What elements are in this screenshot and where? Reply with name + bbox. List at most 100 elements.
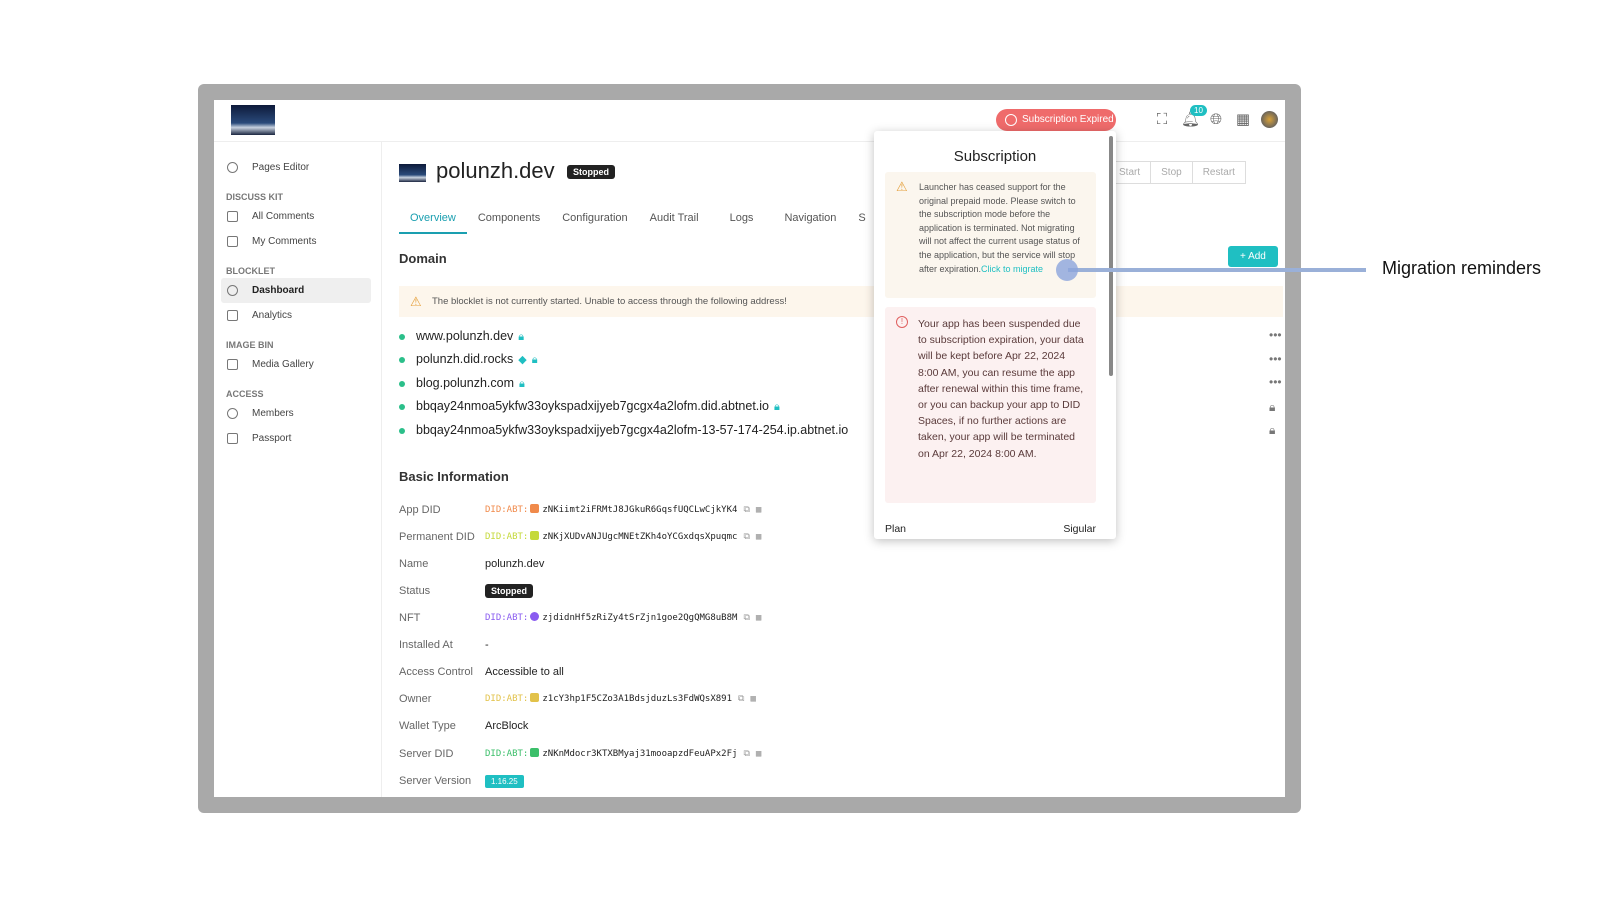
domain-link[interactable]: bbqay24nmoa5ykfw33oykspadxijyeb7gcgx4a2l… (416, 399, 769, 413)
copy-icon[interactable]: ⧉ (743, 749, 749, 759)
callout-dot (1056, 259, 1078, 281)
tab-audit-trail[interactable]: Audit Trail (639, 208, 710, 234)
tab-components[interactable]: Components (467, 208, 551, 234)
domain-item[interactable]: polunzh.did.rocks ◆ 🔒︎ (399, 352, 538, 367)
info-label: Status (399, 585, 431, 597)
add-domain-button[interactable]: + Add (1228, 246, 1278, 267)
lock-icon: 🔒︎ (518, 378, 525, 390)
copy-icon[interactable]: ⧉ (743, 505, 749, 515)
sidebar-item-analytics[interactable]: Analytics (221, 303, 371, 328)
clock-icon (1005, 114, 1017, 126)
sidebar-item-label: Members (252, 408, 294, 419)
qrcode-icon[interactable]: ▦ (756, 749, 761, 759)
did-text: zjdidnHf5zRiZy4tSrZjn1goe2QgQMG8uB8M (542, 613, 738, 623)
tab-more[interactable]: S (847, 208, 876, 234)
domain-link[interactable]: www.polunzh.dev (416, 329, 513, 343)
sidebar-item-pages-editor[interactable]: Pages Editor (221, 155, 371, 180)
domain-link[interactable]: bbqay24nmoa5ykfw33oykspadxijyeb7gcgx4a2l… (416, 423, 848, 437)
info-label: Server Version (399, 775, 472, 787)
tab-logs[interactable]: Logs (710, 208, 774, 234)
app-logo[interactable] (231, 105, 275, 135)
plan-label: Plan (885, 523, 907, 535)
info-label: App DID (399, 504, 441, 516)
more-icon[interactable]: ••• (1269, 352, 1282, 366)
status-badge: Stopped (567, 165, 615, 179)
info-value: - (485, 639, 489, 651)
tab-navigation[interactable]: Navigation (773, 208, 847, 234)
domain-item[interactable]: bbqay24nmoa5ykfw33oykspadxijyeb7gcgx4a2l… (399, 399, 780, 414)
lock-icon: 🔒︎ (518, 331, 525, 343)
more-icon[interactable]: ••• (1269, 328, 1282, 342)
did-value: DID:ABT: zNKjXUDvANJUgcMNEtZKh4oYCGxdqsXp… (485, 531, 761, 542)
domain-link[interactable]: polunzh.did.rocks (416, 352, 513, 366)
sidebar-item-label: Pages Editor (252, 162, 310, 173)
fullscreen-icon[interactable]: ⛶ (1154, 112, 1170, 128)
did-prefix: DID:ABT: (485, 505, 529, 515)
did-prefix: DID:ABT: (485, 694, 529, 704)
lock-icon: 🔒︎ (1269, 400, 1276, 414)
copy-icon[interactable]: ⧉ (738, 694, 744, 704)
domain-link[interactable]: blog.polunzh.com (416, 376, 514, 390)
sidebar: Pages Editor DISCUSS KIT All Comments My… (214, 142, 382, 797)
info-label: NFT (399, 612, 421, 624)
popover-title: Subscription (953, 148, 1037, 165)
info-label: Server DID (399, 748, 454, 760)
domain-item[interactable]: blog.polunzh.com 🔒︎ (399, 376, 525, 391)
suspension-notice-text: Your app has been suspended due to subsc… (918, 318, 1084, 460)
apps-grid-icon[interactable]: ▦ (1235, 112, 1251, 128)
domain-item[interactable]: bbqay24nmoa5ykfw33oykspadxijyeb7gcgx4a2l… (399, 423, 848, 437)
avatar[interactable] (1261, 111, 1278, 128)
sidebar-group-label: ACCESS (226, 389, 264, 399)
domain-warning: ⚠ The blocklet is not currently started. … (399, 286, 1283, 317)
sidebar-item-dashboard[interactable]: Dashboard (221, 278, 371, 303)
sidebar-item-passport[interactable]: Passport (221, 426, 371, 451)
sidebar-item-label: Dashboard (252, 285, 305, 296)
action-buttons: Start Stop Restart (1108, 161, 1246, 184)
qrcode-icon[interactable]: ▦ (750, 694, 755, 704)
scrollbar[interactable] (1109, 136, 1113, 376)
did-avatar-icon (530, 504, 540, 513)
sidebar-item-label: Media Gallery (252, 359, 314, 370)
user-icon (227, 408, 238, 419)
domain-warning-text: The blocklet is not currently started. U… (432, 296, 787, 307)
tabs: Overview Components Configuration Audit … (399, 208, 877, 234)
sidebar-item-members[interactable]: Members (221, 401, 371, 426)
gear-icon (227, 162, 238, 173)
globe-icon[interactable]: 🌐︎ (1208, 112, 1224, 128)
did-avatar-icon (530, 693, 540, 702)
qrcode-icon[interactable]: ▦ (756, 505, 761, 515)
did-text: zNKiimt2iFRMtJ8JGkuR6GqsfUQCLwCjkYK4 (542, 505, 738, 515)
comments-icon (227, 211, 238, 222)
sidebar-item-media-gallery[interactable]: Media Gallery (221, 352, 371, 377)
sidebar-item-my-comments[interactable]: My Comments (221, 229, 371, 254)
migrate-link[interactable]: Click to migrate (981, 264, 1043, 274)
subscription-status-label: Subscription Expired (1022, 114, 1114, 125)
restart-button[interactable]: Restart (1191, 161, 1246, 184)
notification-badge: 10 (1190, 105, 1207, 116)
qrcode-icon[interactable]: ▦ (756, 613, 761, 623)
sidebar-group-label: IMAGE BIN (226, 340, 274, 350)
subscription-expired-button[interactable]: Subscription Expired (996, 109, 1116, 131)
chart-icon (227, 310, 238, 321)
did-prefix: DID:ABT: (485, 749, 529, 759)
info-value: Accessible to all (485, 666, 564, 678)
domain-item[interactable]: www.polunzh.dev 🔒︎ (399, 329, 524, 344)
did-text: z1cY3hp1F5CZo3A1BdsjduzLs3FdWQsX891 (542, 694, 733, 704)
callout-label: Migration reminders (1382, 258, 1542, 278)
dashboard-icon (227, 285, 238, 296)
did-avatar-icon (530, 748, 540, 757)
sidebar-item-all-comments[interactable]: All Comments (221, 204, 371, 229)
tab-configuration[interactable]: Configuration (551, 208, 638, 234)
plan-row: Plan Sigular (885, 523, 1096, 535)
more-icon[interactable]: ••• (1269, 375, 1282, 389)
lock-icon: 🔒︎ (774, 401, 780, 413)
image-icon (227, 359, 238, 370)
passport-icon (227, 433, 238, 444)
error-icon: ! (896, 316, 908, 328)
tab-overview[interactable]: Overview (399, 208, 467, 234)
copy-icon[interactable]: ⧉ (743, 532, 749, 542)
stop-button[interactable]: Stop (1150, 161, 1193, 184)
copy-icon[interactable]: ⧉ (743, 613, 749, 623)
blocklet-logo (399, 164, 426, 182)
qrcode-icon[interactable]: ▦ (756, 532, 761, 542)
